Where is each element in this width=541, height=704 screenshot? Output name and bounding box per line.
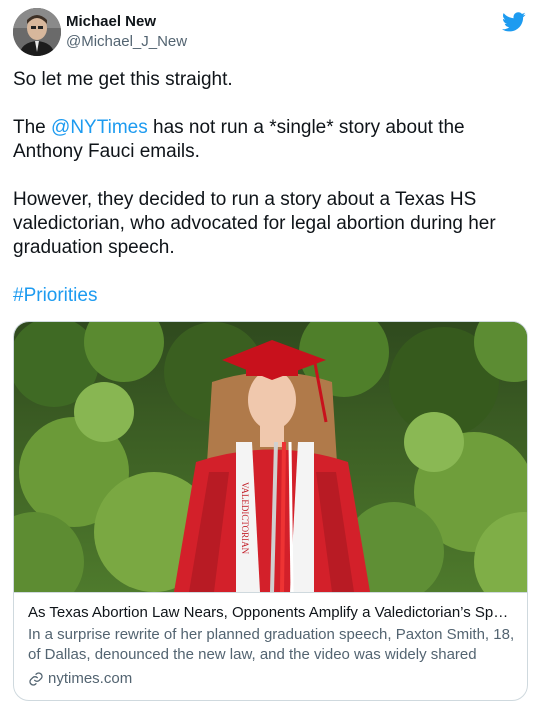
avatar[interactable] <box>13 8 61 56</box>
tweet-p2-prefix: The <box>13 117 52 138</box>
link-icon <box>29 672 43 686</box>
tweet-header: Michael New @Michael_J_New <box>13 8 528 58</box>
handle[interactable]: @Michael_J_New <box>66 32 187 52</box>
tweet-line-1: So let me get this straight. <box>13 69 233 90</box>
tweet-paragraph-2: The @NYTimes has not run a *single* stor… <box>13 116 528 164</box>
link-card[interactable]: VALEDICTORIAN As Texas Abortion Law Near… <box>13 321 528 701</box>
card-meta[interactable]: As Texas Abortion Law Nears, Opponents A… <box>14 592 527 700</box>
card-image[interactable]: VALEDICTORIAN <box>14 322 527 612</box>
tweet-text: So let me get this straight. The @NYTime… <box>13 68 528 332</box>
author-block[interactable]: Michael New @Michael_J_New <box>66 12 187 52</box>
twitter-bird-icon[interactable] <box>502 10 526 34</box>
tweet: Michael New @Michael_J_New So let me get… <box>0 0 541 704</box>
card-domain-row[interactable]: nytimes.com <box>28 669 515 689</box>
card-description: In a surprise rewrite of her planned gra… <box>28 626 515 663</box>
mention-nytimes[interactable]: @NYTimes <box>51 117 148 138</box>
card-title[interactable]: As Texas Abortion Law Nears, Opponents A… <box>28 603 515 623</box>
svg-text:VALEDICTORIAN: VALEDICTORIAN <box>240 482 250 555</box>
hashtag-priorities[interactable]: #Priorities <box>13 285 97 306</box>
card-domain[interactable]: nytimes.com <box>48 669 132 689</box>
display-name[interactable]: Michael New <box>66 12 187 32</box>
tweet-paragraph-3: However, they decided to run a story abo… <box>13 189 496 258</box>
